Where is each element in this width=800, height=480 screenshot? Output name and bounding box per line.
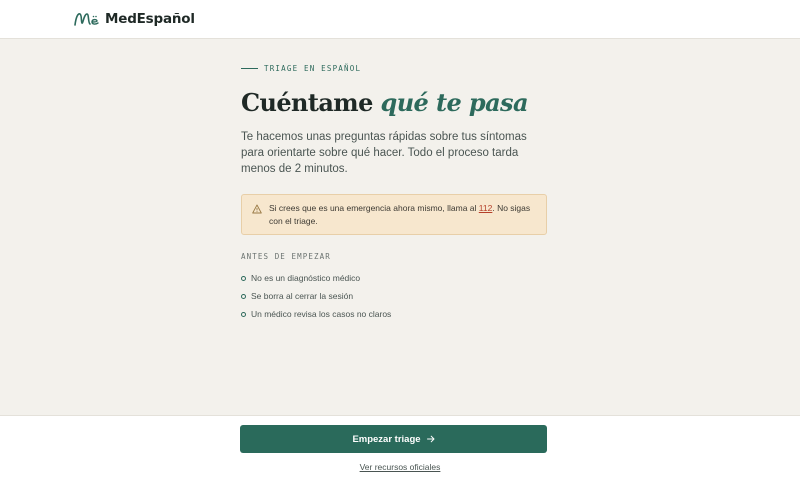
alert-text-before: Si crees que es una emergencia ahora mis… bbox=[269, 203, 479, 213]
warning-icon bbox=[252, 204, 262, 214]
arrow-right-icon bbox=[426, 435, 435, 443]
official-resources-link[interactable]: Ver recursos oficiales bbox=[0, 462, 800, 472]
list-item: Un médico revisa los casos no claros bbox=[241, 305, 547, 323]
bullet-circle-icon bbox=[241, 311, 246, 317]
list-item: No es un diagnóstico médico bbox=[241, 269, 547, 287]
alert-message: Si crees que es una emergencia ahora mis… bbox=[269, 202, 536, 228]
eyebrow-rule bbox=[241, 67, 258, 69]
list-item-text: No es un diagnóstico médico bbox=[251, 273, 361, 283]
start-triage-label: Empezar triage bbox=[352, 433, 421, 445]
intro-description: Te hacemos unas preguntas rápidas sobre … bbox=[241, 131, 527, 175]
emergency-phone-link[interactable]: 112 bbox=[479, 203, 493, 213]
before-start-label: ANTES DE EMPEZAR bbox=[241, 252, 331, 261]
eyebrow: TRIAGE EN ESPAÑOL bbox=[241, 58, 547, 78]
list-item: Se borra al cerrar la sesión bbox=[241, 287, 547, 305]
eyebrow-text: TRIAGE EN ESPAÑOL bbox=[264, 63, 362, 73]
triage-intro: TRIAGE EN ESPAÑOL Cuéntame qué te pasa T… bbox=[241, 58, 547, 323]
bullet-circle-icon bbox=[241, 275, 246, 281]
title-emphasis: qué te pasa bbox=[380, 88, 529, 117]
start-triage-button[interactable]: Empezar triage bbox=[240, 425, 547, 453]
bullet-circle-icon bbox=[241, 293, 246, 299]
title-plain: Cuéntame bbox=[241, 88, 381, 117]
footer-actions: Empezar triage Ver recursos oficiales bbox=[0, 415, 800, 480]
list-item-text: Se borra al cerrar la sesión bbox=[251, 291, 354, 301]
page-title: Cuéntame qué te pasa bbox=[241, 87, 547, 119]
list-item-text: Un médico revisa los casos no claros bbox=[251, 309, 392, 319]
emergency-alert: Si crees que es una emergencia ahora mis… bbox=[241, 194, 547, 235]
before-start-list: No es un diagnóstico médico Se borra al … bbox=[241, 269, 547, 323]
top-bar: MedEspañol bbox=[0, 0, 800, 39]
me-monogram-logo[interactable] bbox=[74, 11, 100, 27]
brand-name[interactable]: MedEspañol bbox=[105, 11, 195, 27]
